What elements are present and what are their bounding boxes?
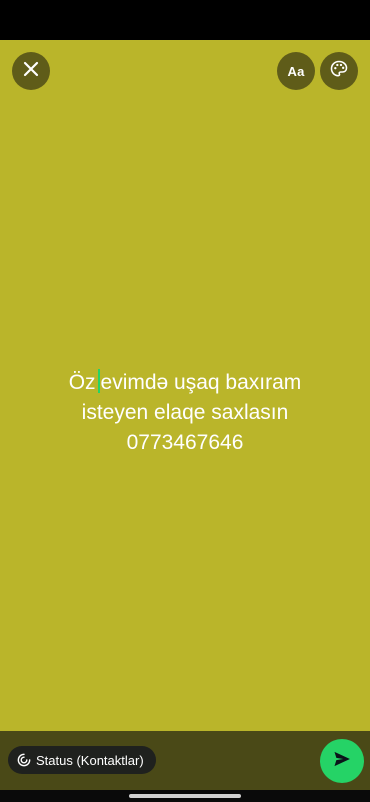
gesture-navigation-area xyxy=(0,790,370,802)
font-style-label: Aa xyxy=(287,63,305,79)
status-text-canvas[interactable]: Aa Öz evimdə uşaq baxıram isteyen elaqe s… xyxy=(0,40,370,731)
bottom-bar: Status (Kontaktlar) xyxy=(0,731,370,790)
status-text-line-2: isteyen elaqe saxlasın xyxy=(81,401,289,424)
font-style-button[interactable]: Aa xyxy=(277,52,315,90)
text-after-cursor: evimdə uşaq baxıram xyxy=(100,371,302,394)
system-status-bar xyxy=(0,0,370,40)
send-button[interactable] xyxy=(320,739,364,783)
palette-icon xyxy=(329,59,349,84)
status-audience-label: Status (Kontaktlar) xyxy=(36,752,144,768)
status-text-line-1: Öz evimdə uşaq baxıram xyxy=(0,368,370,398)
status-ring-icon xyxy=(17,753,31,767)
status-text-line-3: 0773467646 xyxy=(126,431,244,454)
status-text-input[interactable]: Öz evimdə uşaq baxıram isteyen elaqe saxl… xyxy=(0,368,370,458)
text-before-cursor: Öz xyxy=(68,371,96,394)
close-icon xyxy=(23,61,39,82)
color-palette-button[interactable] xyxy=(320,52,358,90)
close-button[interactable] xyxy=(12,52,50,90)
status-audience-button[interactable]: Status (Kontaktlar) xyxy=(8,746,156,774)
home-gesture-handle[interactable] xyxy=(129,794,241,798)
send-icon xyxy=(332,749,352,774)
text-cursor xyxy=(97,369,100,393)
